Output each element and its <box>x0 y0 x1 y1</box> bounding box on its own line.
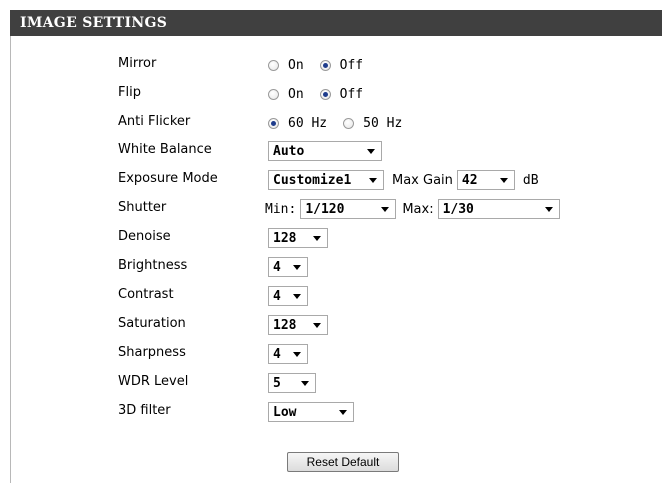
flip-label: Flip <box>118 85 141 100</box>
chevron-down-icon <box>339 409 347 415</box>
brightness-value: 4 <box>273 259 281 275</box>
chevron-down-icon <box>544 206 553 212</box>
chevron-down-icon <box>301 380 309 386</box>
chevron-down-icon <box>499 177 508 183</box>
3d-filter-label: 3D filter <box>118 403 171 418</box>
flip-on-label: On <box>288 86 304 102</box>
chevron-down-icon <box>369 177 377 183</box>
white-balance-label: White Balance <box>118 142 212 157</box>
shutter-label: Shutter <box>118 200 167 215</box>
anti-flicker-60hz-radio[interactable] <box>268 117 279 129</box>
sharpness-label: Sharpness <box>118 345 186 360</box>
saturation-row: Saturation 128 <box>0 313 662 337</box>
saturation-select[interactable]: 128 <box>268 315 328 335</box>
mirror-on-radio[interactable] <box>268 59 279 71</box>
3d-filter-select[interactable]: Low <box>268 402 354 422</box>
brightness-label: Brightness <box>118 258 188 273</box>
max-gain-value: 42 <box>461 172 478 188</box>
flip-off-label: Off <box>339 86 364 102</box>
sharpness-select[interactable]: 4 <box>268 344 308 364</box>
denoise-select[interactable]: 128 <box>268 228 328 248</box>
sharpness-value: 4 <box>273 346 281 362</box>
chevron-down-icon <box>313 235 321 241</box>
anti-flicker-50hz-radio[interactable] <box>343 117 355 129</box>
contrast-select[interactable]: 4 <box>268 286 308 306</box>
white-balance-select[interactable]: Auto <box>268 141 382 161</box>
denoise-value: 128 <box>273 230 297 246</box>
exposure-mode-value: Customize1 <box>273 172 352 188</box>
exposure-mode-label: Exposure Mode <box>118 171 218 186</box>
anti-flicker-label: Anti Flicker <box>118 114 191 129</box>
chevron-down-icon <box>293 264 301 270</box>
3d-filter-row: 3D filter Low <box>0 400 662 424</box>
sharpness-row: Sharpness 4 <box>0 342 662 366</box>
brightness-row: Brightness 4 <box>0 255 662 279</box>
anti-flicker-row: Anti Flicker 60 Hz 50 Hz <box>0 111 662 135</box>
wdr-level-select[interactable]: 5 <box>268 373 316 393</box>
exposure-mode-row: Exposure Mode Customize1 Max Gain 42 dB <box>0 168 662 192</box>
saturation-value: 128 <box>273 317 297 333</box>
chevron-down-icon <box>381 206 390 212</box>
3d-filter-value: Low <box>273 404 297 420</box>
wdr-level-row: WDR Level 5 <box>0 371 662 395</box>
chevron-down-icon <box>367 148 375 154</box>
chevron-down-icon <box>293 293 301 299</box>
reset-default-button[interactable]: Reset Default <box>287 452 399 472</box>
shutter-min-select[interactable]: 1/120 <box>300 199 397 219</box>
brightness-select[interactable]: 4 <box>268 257 308 277</box>
flip-off-radio[interactable] <box>319 88 331 100</box>
white-balance-value: Auto <box>273 143 305 159</box>
saturation-label: Saturation <box>118 316 186 331</box>
mirror-label: Mirror <box>118 56 157 71</box>
exposure-mode-select[interactable]: Customize1 <box>268 170 384 190</box>
flip-row: Flip On Off <box>0 82 662 106</box>
shutter-max-select[interactable]: 1/30 <box>437 199 560 219</box>
shutter-max-label: Max: <box>402 201 434 217</box>
wdr-level-value: 5 <box>273 375 281 391</box>
denoise-label: Denoise <box>118 229 171 244</box>
max-gain-select[interactable]: 42 <box>456 170 515 190</box>
shutter-min-label: Min: <box>265 201 297 217</box>
flip-on-radio[interactable] <box>268 88 279 100</box>
mirror-off-label: Off <box>339 57 364 73</box>
chevron-down-icon <box>313 322 321 328</box>
chevron-down-icon <box>293 351 301 357</box>
contrast-value: 4 <box>273 288 281 304</box>
mirror-off-radio[interactable] <box>319 59 331 71</box>
denoise-row: Denoise 128 <box>0 226 662 250</box>
max-gain-unit: dB <box>522 172 539 188</box>
section-title: IMAGE SETTINGS <box>10 10 662 36</box>
white-balance-row: White Balance Auto <box>0 139 662 163</box>
mirror-on-label: On <box>288 57 304 73</box>
contrast-row: Contrast 4 <box>0 284 662 308</box>
anti-flicker-60hz-label: 60 Hz <box>288 115 328 131</box>
anti-flicker-50hz-label: 50 Hz <box>363 115 403 131</box>
shutter-row: Shutter Min: 1/120 Max: 1/30 <box>0 197 662 221</box>
wdr-level-label: WDR Level <box>118 374 189 389</box>
shutter-max-value: 1/30 <box>442 201 474 217</box>
max-gain-label: Max Gain <box>392 172 453 188</box>
mirror-row: Mirror On Off <box>0 53 662 77</box>
shutter-min-value: 1/120 <box>305 201 345 217</box>
contrast-label: Contrast <box>118 287 174 302</box>
